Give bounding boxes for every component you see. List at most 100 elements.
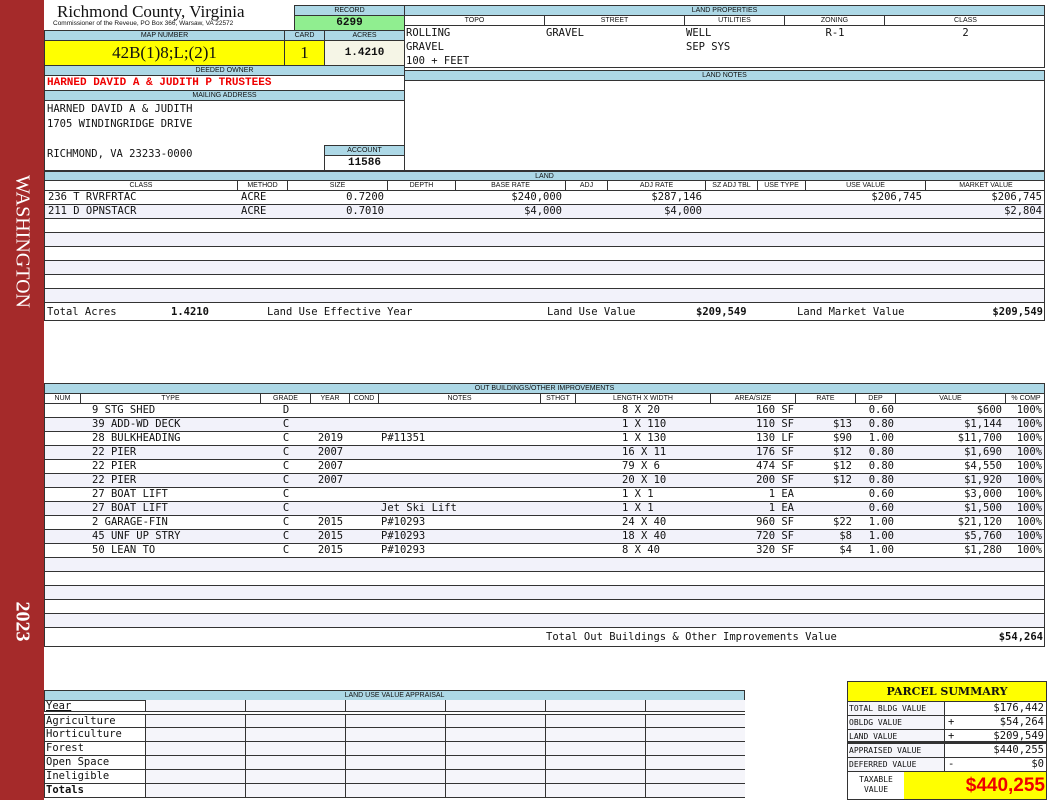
ob-col-header: % COMP: [1011, 395, 1041, 402]
land-row: [45, 261, 1044, 275]
ob-cell: 2015: [317, 544, 344, 556]
land-market-value-label: Land Market Value: [797, 306, 905, 318]
street: GRAVEL: [546, 27, 584, 39]
ob-cell: $5,760: [964, 530, 1002, 542]
land-cell: [388, 191, 456, 204]
ob-cell: C: [282, 418, 290, 430]
ob-cell: P#10293: [381, 530, 426, 542]
ob-cell: [379, 474, 541, 487]
ob-header-row: NUM TYPE GRADE YEAR COND NOTES STHGT LENGTH X W…: [45, 394, 1044, 404]
ob-total-row: Total Out Buildings & Other Improvements…: [45, 628, 1044, 646]
land-cell: $240,000: [511, 191, 562, 203]
ob-cell: [350, 544, 379, 557]
account-number: 11586: [324, 155, 405, 171]
luva-cell: [145, 756, 245, 769]
land-col-header: MARKET VALUE: [959, 182, 1013, 189]
luva-cell: [145, 770, 245, 783]
ob-cell: 0.60: [868, 502, 894, 514]
ob-cell: P#10293: [381, 516, 426, 528]
ob-col-header: AREA/SIZE: [711, 394, 796, 403]
luva-cell: [645, 715, 745, 727]
ob-type: 22 PIER: [92, 446, 137, 458]
parcel-summary-title: PARCEL SUMMARY: [848, 682, 1046, 702]
ob-cell: 1 X 1: [622, 502, 654, 514]
land-col-header: METHOD: [238, 181, 288, 190]
ob-cell: 100%: [1016, 530, 1042, 542]
ob-cell: 100%: [1016, 432, 1042, 444]
land-cell: $206,745: [871, 191, 922, 203]
land-cell: 236 T RVRFRTAC: [48, 191, 137, 203]
summary-label: LAND VALUE: [849, 730, 945, 741]
ob-cell: $4: [839, 544, 852, 556]
luva-row-label: Agriculture: [46, 715, 116, 727]
ob-cell: 8 X 40: [622, 544, 660, 556]
ob-cell: $1,920: [964, 474, 1002, 486]
luva-row-label: Ineligible: [46, 770, 110, 782]
land-col-header: DEPTH: [388, 181, 456, 190]
ob-cell: $3,000: [964, 488, 1002, 500]
ob-cell: 100%: [1016, 460, 1042, 472]
land-use-effective-year-label: Land Use Effective Year: [267, 306, 413, 318]
summary-label: APPRAISED VALUE: [849, 744, 945, 757]
utilities-2: SEP SYS: [686, 41, 731, 53]
land-cell: [706, 191, 758, 204]
luva-cell: [345, 784, 445, 797]
ob-cell: $1,500: [964, 502, 1002, 514]
ob-col-header: DEP: [856, 394, 896, 403]
luva-cell: [545, 715, 645, 727]
land-cell: [388, 205, 456, 218]
luva-row-label: Forest: [46, 742, 84, 754]
land-cell: 211 D OPNSTACR: [48, 205, 137, 217]
ob-cell: [350, 530, 379, 543]
land-col-header: USE TYPE: [758, 181, 806, 190]
land-cell: 0.7200: [346, 191, 384, 203]
ob-cell: C: [282, 460, 290, 472]
luva-cell: [545, 700, 645, 711]
ob-cell: [796, 502, 854, 515]
ob-cell: 200 SF: [756, 474, 794, 486]
col-topo: TOPO: [405, 16, 545, 25]
topo-2: GRAVEL: [406, 41, 444, 53]
ob-cell: $21,120: [957, 516, 1002, 528]
land-cell: [758, 205, 806, 218]
ob-cell: $11,700: [957, 432, 1002, 444]
ob-col-header: YEAR: [311, 394, 350, 403]
deeded-owner: HARNED DAVID A & JUDITH P TRUSTEES: [44, 75, 405, 91]
ob-cell: 160 SF: [756, 404, 794, 416]
ob-cell: 1.00: [868, 432, 894, 444]
land-notes: [404, 80, 1045, 171]
land-row: [45, 233, 1044, 247]
luva-cell: [245, 742, 345, 755]
ob-cell: 2007: [317, 474, 344, 486]
luva-cell: [645, 728, 745, 741]
ob-cell: $12: [833, 446, 852, 458]
summary-row: DEFERRED VALUE - $0: [848, 758, 1046, 772]
ob-cell: 79 X 6: [622, 460, 660, 472]
ob-col-header: NOTES: [379, 394, 541, 403]
land-table: CLASS METHOD SIZE DEPTH BASE RATE ADJ ADJ RATE…: [44, 180, 1045, 321]
land-cell: $2,804: [1004, 205, 1042, 217]
luva-cell: [445, 770, 545, 783]
land-cell: [706, 205, 758, 218]
luva-cell: [645, 756, 745, 769]
ob-type: 45 UNF UP STRY: [92, 530, 181, 542]
luva-row: Totals: [44, 784, 745, 798]
ob-cell: 18 X 40: [622, 530, 667, 542]
ob-cell: [350, 502, 379, 515]
land-use-value: $209,549: [696, 306, 747, 318]
luva-cell: [145, 715, 245, 727]
land-header-row: CLASS METHOD SIZE DEPTH BASE RATE ADJ ADJ RATE…: [45, 181, 1044, 191]
ob-cell: 0.60: [868, 488, 894, 500]
luva-row: Forest: [44, 742, 745, 756]
land-cell: [566, 205, 608, 218]
summary-value: $176,442: [993, 702, 1044, 714]
ob-cell: $13: [833, 418, 852, 430]
ob-cell: 1 X 130: [622, 432, 667, 444]
ob-cell: $12: [833, 474, 852, 486]
summary-row: OBLDG VALUE + $54,264: [848, 716, 1046, 730]
land-col-header: USE VALUE: [806, 181, 926, 190]
ob-cell: 0.80: [868, 446, 894, 458]
ob-cell: [350, 404, 379, 417]
ob-cell: $8: [839, 530, 852, 542]
ob-col-header: GRADE: [261, 394, 311, 403]
